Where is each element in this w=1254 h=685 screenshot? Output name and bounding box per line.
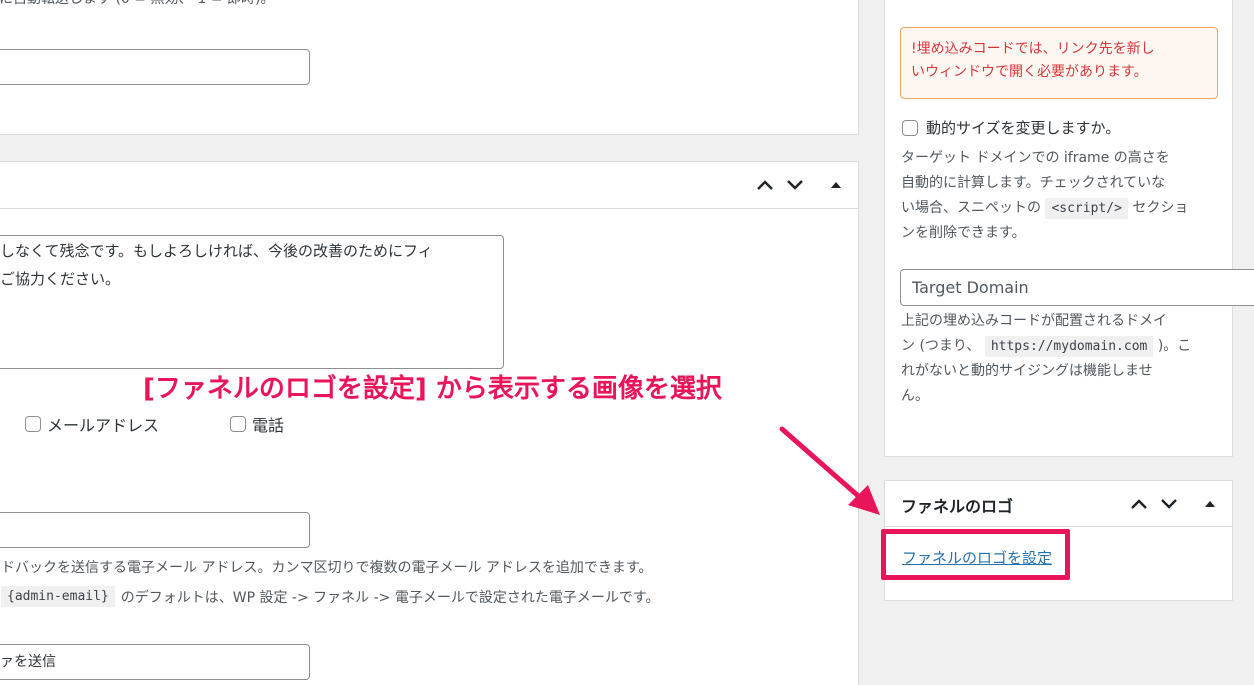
email-help-text: ドバックを送信する電子メール アドレス。カンマ区切りで複数の電子メール アドレス… — [1, 560, 653, 576]
feedback-settings-panel: しなくて残念です。もしよろしければ、今後の改善のためにフィ ご協力ください。 メ… — [0, 161, 859, 685]
admin-email-code: {admin-email} — [1, 586, 115, 607]
phone-checkbox[interactable] — [230, 416, 246, 432]
target-help-line: ん。 — [901, 388, 929, 404]
email-help-default: {admin-email} のデフォルトは、WP 設定 -> ファネル -> 電… — [1, 586, 659, 607]
email-checkbox[interactable] — [25, 416, 41, 432]
feedback-message-line2: ご協力ください。 — [0, 270, 121, 288]
panel-header — [0, 162, 858, 209]
feedback-email-input[interactable] — [0, 512, 310, 548]
target-help-text: )。こ — [1157, 338, 1192, 354]
move-up-icon[interactable] — [753, 173, 777, 197]
move-up-icon[interactable] — [1127, 492, 1151, 516]
target-domain-input[interactable]: Target Domain — [900, 269, 1254, 306]
embed-notice: !埋め込みコードでは、リンク先を新し いウィンドウで開く必要があります。 — [900, 27, 1218, 99]
move-down-icon[interactable] — [783, 173, 807, 197]
collapse-toggle-icon[interactable] — [1205, 501, 1215, 507]
email-checkbox-label: メールアドレス — [47, 416, 160, 435]
highlight-box — [881, 529, 1070, 580]
target-help-text: ン (つまり、 — [901, 338, 981, 354]
dynamic-help-text: セクショ — [1132, 200, 1189, 216]
collapse-toggle-icon[interactable] — [831, 182, 841, 188]
delay-input[interactable] — [0, 49, 310, 85]
dynamic-help-line: 自動的に計算します。チェックされていな — [901, 175, 1166, 191]
move-down-icon[interactable] — [1157, 492, 1181, 516]
feedback-message-line1: しなくて残念です。もしよろしければ、今後の改善のためにフィ — [0, 242, 433, 260]
email-help-default-text: のデフォルトは、WP 設定 -> ファネル -> 電子メールで設定された電子メー… — [120, 589, 660, 606]
domain-example-code: https://mydomain.com — [984, 336, 1154, 357]
dynamic-help-text: い場合、スニペットの — [901, 200, 1041, 216]
notice-line1: !埋め込みコードでは、リンク先を新し — [911, 41, 1155, 57]
target-help-line: 上記の埋め込みコードが配置されるドメイ — [901, 313, 1167, 329]
delay-help-text: に自動転送します (0 = 無効、-1 = 即時)。 — [0, 0, 275, 8]
script-code: <script/> — [1045, 198, 1128, 219]
funnel-logo-title: ファネルのロゴ — [901, 497, 1014, 516]
annotation-arrow-icon — [779, 426, 880, 515]
dynamic-help-line: い場合、スニペットの <script/> セクショ — [901, 196, 1219, 221]
target-help-line: ン (つまり、 https://mydomain.com )。こ — [901, 334, 1219, 359]
dynamic-size-option[interactable]: 動的サイズを変更しますか。 — [902, 117, 1120, 138]
settings-panel-top: に自動転送します (0 = 無効、-1 = 即時)。 — [0, 0, 859, 135]
funnel-logo-header: ファネルのロゴ — [885, 481, 1232, 527]
dynamic-size-help: ターゲット ドメインでの iframe の高さを 自動的に計算します。チェックさ… — [901, 146, 1219, 246]
target-domain-help: 上記の埋め込みコードが配置されるドメイ ン (つまり、 https://mydo… — [901, 309, 1219, 409]
phone-field-option[interactable]: 電話 — [230, 412, 284, 436]
annotation-callout: [ファネルのロゴを設定] から表示する画像を選択 — [143, 374, 722, 404]
dynamic-help-line: ターゲット ドメインでの iframe の高さを — [901, 150, 1170, 166]
submit-button-text-input[interactable]: ァを送信 — [0, 644, 310, 680]
dynamic-size-label: 動的サイズを変更しますか。 — [926, 119, 1121, 137]
embed-settings-panel: !埋め込みコードでは、リンク先を新し いウィンドウで開く必要があります。 動的サ… — [884, 0, 1254, 457]
phone-checkbox-label: 電話 — [252, 416, 285, 435]
target-help-line: れがないと動的サイジングは機能しませ — [901, 363, 1153, 379]
dynamic-help-line: ンを削除できます。 — [901, 225, 1026, 241]
dynamic-size-checkbox[interactable] — [902, 119, 918, 136]
email-field-option[interactable]: メールアドレス — [25, 412, 159, 436]
feedback-message-textarea[interactable]: しなくて残念です。もしよろしければ、今後の改善のためにフィ ご協力ください。 — [0, 235, 504, 369]
notice-line2: いウィンドウで開く必要があります。 — [911, 64, 1148, 80]
